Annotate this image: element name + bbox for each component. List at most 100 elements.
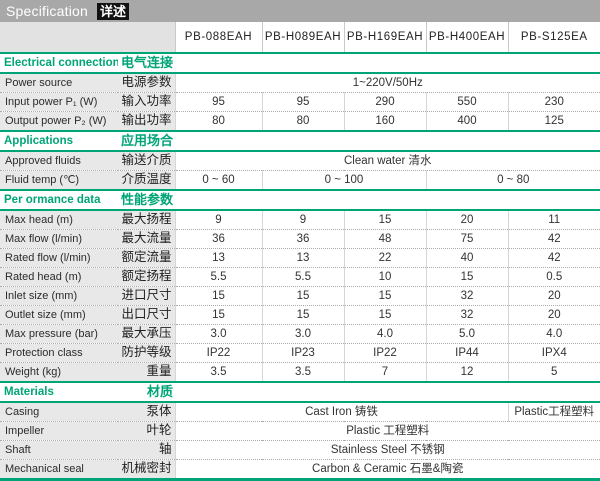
table-row: Impeller 叶轮 Plastic 工程塑料 [0,422,600,441]
table-row: Max head (m) 最大扬程 9 9 15 20 11 [0,210,600,230]
cell-value: 3.5 [175,363,262,383]
row-label-en: Inlet size (mm) [0,287,118,306]
table-row: Casing 泵体 Cast Iron 铸铁 Plastic工程塑料 [0,402,600,422]
row-label-en: Outlet size (mm) [0,306,118,325]
cell-value: Stainless Steel 不锈钢 [175,441,600,460]
row-label-en: Output power P₂ (W) [0,112,118,132]
cell-value: 15 [344,210,426,230]
table-row: Outlet size (mm) 出口尺寸 15 15 15 32 20 [0,306,600,325]
row-label-zh: 输入功率 [118,93,175,112]
section-header-spacer [175,382,600,402]
cell-value: 5.5 [175,268,262,287]
cell-value: 15 [262,287,344,306]
specification-table: PB-088EAH PB-H089EAH PB-H169EAH PB-H400E… [0,22,600,481]
cell-value: 3.5 [262,363,344,383]
cell-value: IP22 [175,344,262,363]
table-row: Inlet size (mm) 进口尺寸 15 15 15 32 20 [0,287,600,306]
cell-value: 0.5 [508,268,600,287]
row-label-zh: 额定扬程 [118,268,175,287]
cell-value: 13 [262,249,344,268]
cell-value: 42 [508,249,600,268]
cell-value: 230 [508,93,600,112]
table-row: Input power P₁ (W) 输入功率 95 95 290 550 23… [0,93,600,112]
section-header-spacer [175,131,600,151]
table-row: Max flow (l/min) 最大流量 36 36 48 75 42 [0,230,600,249]
cell-value: 36 [262,230,344,249]
table-row: Approved fluids 输送介质 Clean water 清水 [0,151,600,171]
page-title: Specification [6,3,88,19]
cell-value: 3.0 [175,325,262,344]
cell-value: 20 [426,210,508,230]
row-label-zh: 输出功率 [118,112,175,132]
row-label-zh: 最大流量 [118,230,175,249]
section-header-row: Per ormance data 性能参数 [0,190,600,210]
row-label-en: Input power P₁ (W) [0,93,118,112]
row-label-en: Max head (m) [0,210,118,230]
section-title-en: Electrical connection [0,53,118,73]
cell-value: 95 [175,93,262,112]
model-header: PB-H400EAH [426,22,508,53]
row-label-en: Max pressure (bar) [0,325,118,344]
cell-value: 15 [344,306,426,325]
row-label-zh: 机械密封 [118,460,175,480]
cell-value: 13 [175,249,262,268]
table-row: Shaft 轴 Stainless Steel 不锈钢 [0,441,600,460]
table-row: Weight (kg) 重量 3.5 3.5 7 12 5 [0,363,600,383]
cell-value: 12 [426,363,508,383]
cell-value: 32 [426,287,508,306]
cell-value: 0 ~ 80 [426,171,600,191]
cell-value: IP22 [344,344,426,363]
cell-value: 1~220V/50Hz [175,73,600,93]
section-header-row: Materials 材质 [0,382,600,402]
cell-value: 5.0 [426,325,508,344]
cell-value: 15 [344,287,426,306]
table-row: Fluid temp (℃) 介质温度 0 ~ 60 0 ~ 100 0 ~ 8… [0,171,600,191]
cell-value: 40 [426,249,508,268]
row-label-zh: 最大扬程 [118,210,175,230]
cell-value: 15 [262,306,344,325]
section-header-row: Electrical connection 电气连接 [0,53,600,73]
section-title-en: Applications [0,131,118,151]
model-header-row: PB-088EAH PB-H089EAH PB-H169EAH PB-H400E… [0,22,600,53]
cell-value: 0 ~ 60 [175,171,262,191]
row-label-zh: 叶轮 [118,422,175,441]
row-label-zh: 出口尺寸 [118,306,175,325]
page-title-zh-badge: 详述 [97,3,129,20]
row-label-zh: 最大承压 [118,325,175,344]
row-label-zh: 进口尺寸 [118,287,175,306]
row-label-zh: 泵体 [118,402,175,422]
section-header-row: Applications 应用场合 [0,131,600,151]
row-label-en: Rated head (m) [0,268,118,287]
cell-value: 80 [262,112,344,132]
row-label-en: Shaft [0,441,118,460]
row-label-zh: 介质温度 [118,171,175,191]
table-row: Output power P₂ (W) 输出功率 80 80 160 400 1… [0,112,600,132]
table-row: Max pressure (bar) 最大承压 3.0 3.0 4.0 5.0 … [0,325,600,344]
model-header: PB-088EAH [175,22,262,53]
cell-value: 7 [344,363,426,383]
row-label-en: Casing [0,402,118,422]
cell-value: 160 [344,112,426,132]
cell-value: 32 [426,306,508,325]
model-header: PB-H169EAH [344,22,426,53]
cell-value: 9 [175,210,262,230]
cell-value: Plastic 工程塑料 [175,422,600,441]
row-label-zh: 轴 [118,441,175,460]
cell-value: 15 [175,287,262,306]
cell-value: 125 [508,112,600,132]
cell-value: IP44 [426,344,508,363]
cell-value: 290 [344,93,426,112]
cell-value: 20 [508,306,600,325]
cell-value: 36 [175,230,262,249]
row-label-zh: 电源参数 [118,73,175,93]
cell-value: 550 [426,93,508,112]
cell-value: 0 ~ 100 [262,171,426,191]
table-row: Power source 电源参数 1~220V/50Hz [0,73,600,93]
table-row: Rated flow (l/min) 额定流量 13 13 22 40 42 [0,249,600,268]
table-row: Mechanical seal 机械密封 Carbon & Ceramic 石墨… [0,460,600,480]
cell-value: 75 [426,230,508,249]
row-label-en: Mechanical seal [0,460,118,480]
row-label-en: Weight (kg) [0,363,118,383]
cell-value: 20 [508,287,600,306]
row-label-en: Power source [0,73,118,93]
